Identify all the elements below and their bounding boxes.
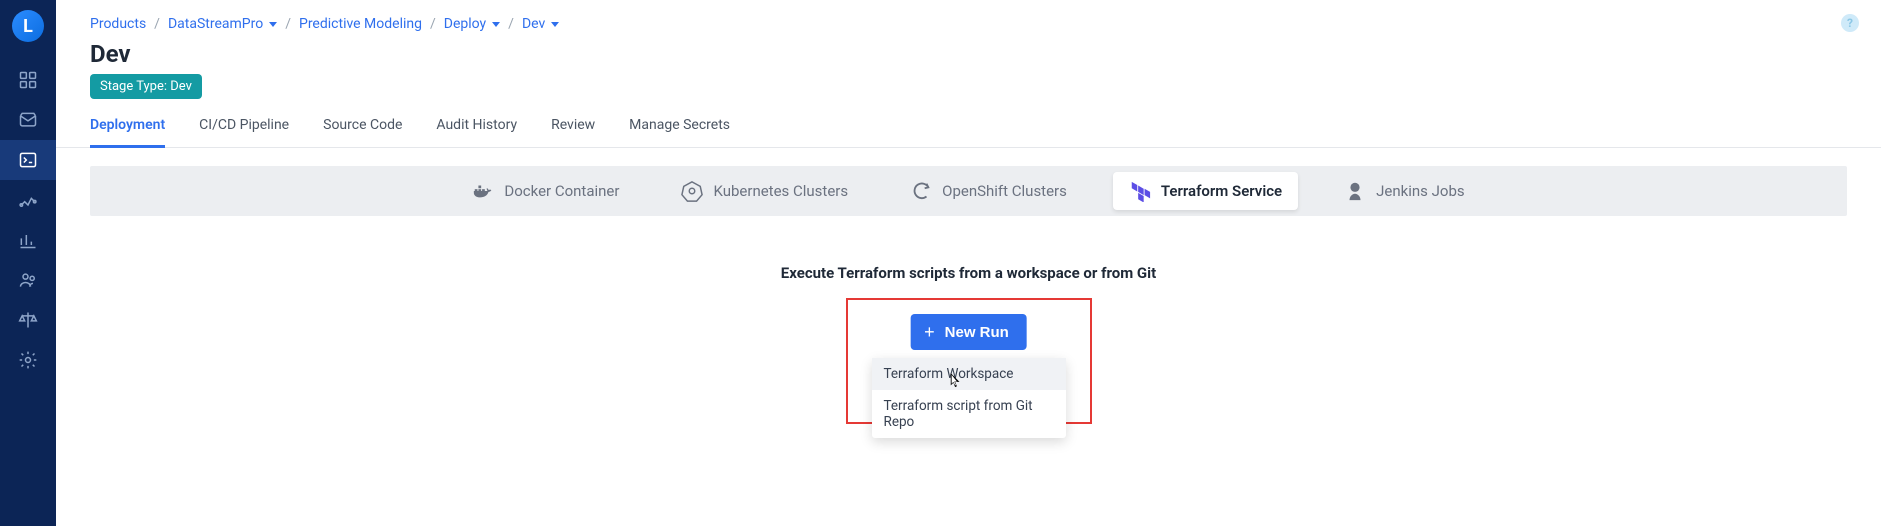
annotation-box: + New Run Terraform Workspace Terraform … [846, 298, 1092, 424]
dropdown-terraform-git[interactable]: Terraform script from Git Repo [872, 390, 1066, 438]
nav-deploy[interactable] [0, 140, 56, 180]
deptype-label: Terraform Service [1161, 182, 1282, 200]
tab-deployment[interactable]: Deployment [90, 117, 165, 148]
deptype-docker[interactable]: Docker Container [456, 172, 635, 210]
tab-manage-secrets[interactable]: Manage Secrets [629, 117, 730, 147]
dropdown-terraform-workspace[interactable]: Terraform Workspace [872, 358, 1066, 390]
deployment-type-bar: Docker Container Kubernetes Clusters Ope… [90, 166, 1847, 216]
crumb-label: DataStreamPro [168, 16, 263, 32]
crumb-predictive-modeling[interactable]: Predictive Modeling [299, 16, 422, 32]
nav-settings[interactable] [0, 340, 56, 380]
terminal-icon [18, 150, 38, 170]
page-title: Dev [90, 40, 1847, 68]
deptype-terraform[interactable]: Terraform Service [1113, 172, 1298, 210]
crumb-label: Deploy [444, 16, 486, 32]
chevron-down-icon [269, 22, 277, 27]
nav-policies[interactable] [0, 300, 56, 340]
nav-teams[interactable] [0, 260, 56, 300]
chart-icon [18, 230, 38, 250]
deptype-openshift[interactable]: OpenShift Clusters [894, 172, 1083, 210]
plus-icon: + [924, 323, 935, 341]
chevron-down-icon [492, 22, 500, 27]
terraform-icon [1129, 180, 1151, 202]
deptype-label: Docker Container [504, 182, 619, 200]
crumb-separator: / [154, 16, 160, 32]
app-logo[interactable]: L [12, 10, 44, 42]
crumb-separator: / [430, 16, 436, 32]
help-button[interactable]: ? [1841, 14, 1859, 32]
jenkins-icon [1344, 180, 1366, 202]
kubernetes-icon [681, 180, 703, 202]
crumb-separator: / [508, 16, 514, 32]
gear-icon [18, 350, 38, 370]
deptype-kubernetes[interactable]: Kubernetes Clusters [665, 172, 864, 210]
docker-icon [472, 180, 494, 202]
crumb-label: Dev [522, 16, 545, 32]
deptype-jenkins[interactable]: Jenkins Jobs [1328, 172, 1481, 210]
new-run-button[interactable]: + New Run [910, 314, 1027, 350]
terraform-empty-state: Execute Terraform scripts from a workspa… [56, 234, 1881, 424]
crumb-datastreampro[interactable]: DataStreamPro [168, 16, 277, 32]
tab-review[interactable]: Review [551, 117, 595, 147]
stage-tabs: Deployment CI/CD Pipeline Source Code Au… [56, 99, 1881, 148]
deptype-label: Kubernetes Clusters [713, 182, 848, 200]
tab-source-code[interactable]: Source Code [323, 117, 402, 147]
main-content: ? Products / DataStreamPro / Predictive … [56, 0, 1881, 526]
nav-inbox[interactable] [0, 100, 56, 140]
tab-audit-history[interactable]: Audit History [436, 117, 517, 147]
deptype-label: Jenkins Jobs [1376, 182, 1465, 200]
crumb-products[interactable]: Products [90, 16, 146, 32]
crumb-deploy[interactable]: Deploy [444, 16, 500, 32]
team-icon [18, 270, 38, 290]
grid-icon [18, 70, 38, 90]
sidebar: L [0, 0, 56, 526]
new-run-label: New Run [945, 324, 1009, 341]
crumb-separator: / [285, 16, 291, 32]
openshift-icon [910, 180, 932, 202]
crumb-dev[interactable]: Dev [522, 16, 559, 32]
flow-icon [18, 190, 38, 210]
empty-state-heading: Execute Terraform scripts from a workspa… [56, 264, 1881, 282]
nav-pipelines[interactable] [0, 180, 56, 220]
nav-dashboard[interactable] [0, 60, 56, 100]
breadcrumb: Products / DataStreamPro / Predictive Mo… [56, 0, 1881, 38]
stage-type-badge: Stage Type: Dev [90, 74, 202, 99]
new-run-dropdown: Terraform Workspace Terraform script fro… [872, 358, 1066, 438]
nav-analytics[interactable] [0, 220, 56, 260]
tab-cicd-pipeline[interactable]: CI/CD Pipeline [199, 117, 289, 147]
deptype-label: OpenShift Clusters [942, 182, 1067, 200]
scale-icon [18, 310, 38, 330]
chevron-down-icon [551, 22, 559, 27]
inbox-icon [18, 110, 38, 130]
